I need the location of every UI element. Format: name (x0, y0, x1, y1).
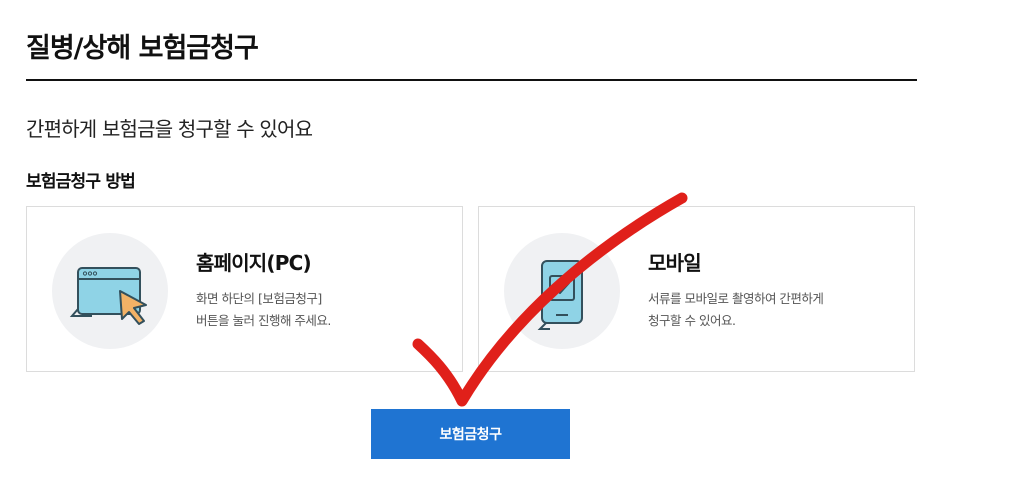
page-title: 질병/상해 보험금청구 (26, 33, 259, 64)
card-desc-line: 청구할 수 있어요. (648, 313, 736, 328)
card-desc-mobile: 서류를 모바일로 촬영하여 간편하게 청구할 수 있어요. (648, 288, 824, 332)
claim-button[interactable]: 보험금청구 (371, 409, 570, 459)
mobile-check-icon (504, 233, 620, 349)
card-desc-line: 화면 하단의 [보험금청구] (196, 291, 322, 306)
title-divider (26, 79, 917, 81)
browser-cursor-icon (52, 233, 168, 349)
card-desc-line: 서류를 모바일로 촬영하여 간편하게 (648, 291, 824, 306)
intro-text: 간편하게 보험금을 청구할 수 있어요 (26, 117, 313, 141)
section-title: 보험금청구 방법 (26, 172, 136, 192)
method-card-mobile: 모바일 서류를 모바일로 촬영하여 간편하게 청구할 수 있어요. (478, 206, 915, 372)
card-title-pc: 홈페이지(PC) (196, 251, 312, 275)
card-desc-pc: 화면 하단의 [보험금청구] 버튼을 눌러 진행해 주세요. (196, 288, 331, 332)
method-card-pc: 홈페이지(PC) 화면 하단의 [보험금청구] 버튼을 눌러 진행해 주세요. (26, 206, 463, 372)
card-desc-line: 버튼을 눌러 진행해 주세요. (196, 313, 331, 328)
card-title-mobile: 모바일 (648, 251, 702, 275)
